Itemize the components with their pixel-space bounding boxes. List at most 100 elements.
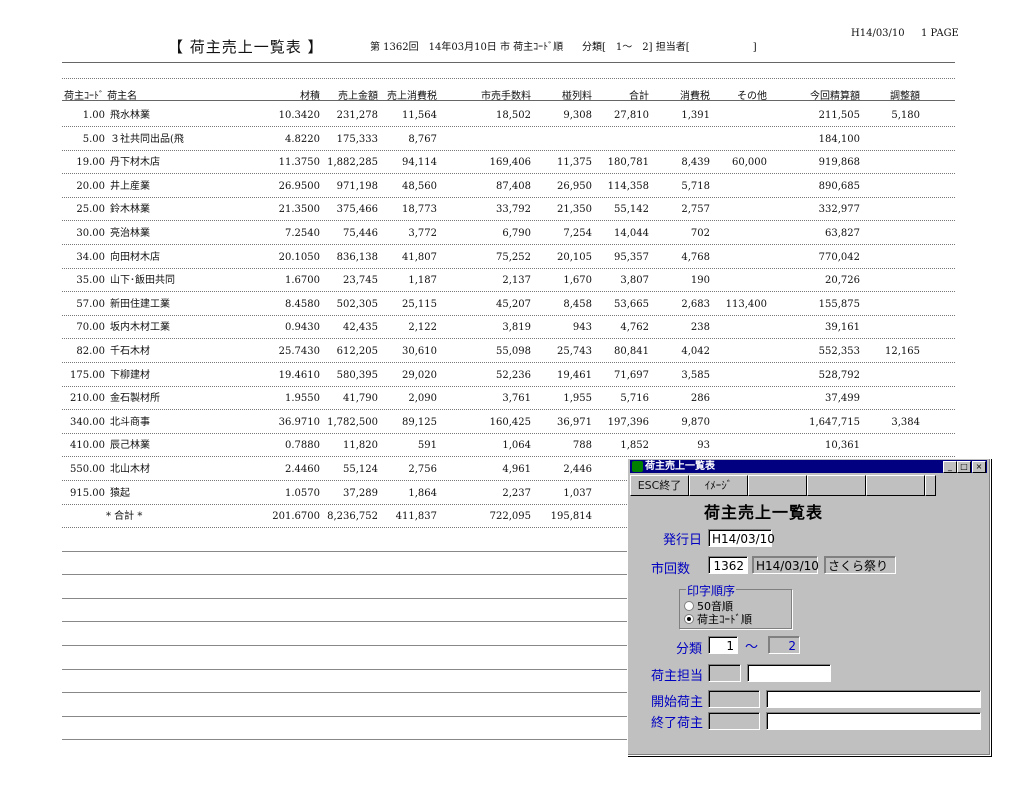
row-separator	[62, 362, 955, 363]
end-shipper-code-field[interactable]	[708, 712, 760, 730]
cell-value: 89,125	[402, 417, 437, 428]
cell-value: 8,767	[408, 134, 437, 145]
shipper-code: 210.00	[70, 393, 105, 404]
report-date: H14/03/10	[851, 28, 905, 39]
cell-value: 2,757	[681, 204, 710, 215]
esc-exit-button[interactable]: ESC終了	[630, 475, 689, 496]
report-dialog: 荷主売上一覧表 _ □ × ESC終了 ｲﾒｰｼﾞ 荷主売上一覧表 発行日 H1…	[627, 458, 991, 756]
shipper-name: ３社共同出品(飛	[110, 134, 184, 145]
shipper-code: 5.00	[82, 134, 105, 145]
minimize-icon[interactable]: _	[943, 461, 957, 473]
cell-value: 4,768	[681, 252, 710, 263]
header-rule-dotted	[62, 78, 955, 79]
cell-value: 190	[690, 275, 710, 286]
session-date-field: H14/03/10	[752, 556, 819, 574]
shipper-name: 北斗商事	[110, 417, 150, 428]
row-separator	[62, 268, 955, 269]
column-header: 売上金額	[338, 91, 378, 102]
cell-value: 528,792	[818, 370, 860, 381]
cell-value: 12,165	[885, 346, 920, 357]
cell-value: 5,180	[891, 110, 920, 121]
shipper-name: 飛水林業	[110, 110, 150, 121]
close-icon[interactable]: ×	[972, 461, 986, 473]
shipper-name: 井上産業	[110, 181, 150, 192]
cell-value: 48,560	[402, 181, 437, 192]
end-shipper-name-field[interactable]	[766, 712, 981, 730]
cell-value: 1,391	[681, 110, 710, 121]
shipper-code: 70.00	[76, 322, 105, 333]
cell-value: 3,585	[681, 370, 710, 381]
toolbar-button-blank-1[interactable]	[748, 475, 807, 496]
report-meta: 第 1362回 14年03月10日 市 荷主ｺｰﾄﾞ順	[370, 42, 564, 53]
toolbar-button-blank-2[interactable]	[807, 475, 866, 496]
end-shipper-label: 終了荷主	[651, 716, 704, 731]
cell-value: 25,115	[402, 299, 437, 310]
cell-value: 94,114	[402, 157, 437, 168]
image-preview-button[interactable]: ｲﾒｰｼﾞ	[689, 475, 748, 496]
issue-date-label: 発行日	[663, 533, 703, 548]
shipper-code: 57.00	[76, 299, 105, 310]
column-header: 売上消費税	[387, 91, 437, 102]
column-header: 今回精算額	[810, 91, 860, 102]
shipper-staff-name-field[interactable]	[747, 664, 831, 682]
row-separator	[62, 197, 955, 198]
shipper-name: 金石製材所	[110, 393, 160, 404]
dialog-title-bar[interactable]: 荷主売上一覧表 _ □ ×	[630, 460, 987, 473]
cell-value: 39,161	[825, 322, 860, 333]
shipper-code: 82.00	[76, 346, 105, 357]
maximize-icon[interactable]: □	[957, 461, 971, 473]
session-number-field[interactable]: 1362	[708, 556, 748, 574]
category-from-field[interactable]: 1	[708, 636, 738, 654]
shipper-code: 19.00	[76, 157, 105, 168]
column-header: 椪列料	[562, 91, 592, 102]
column-header: 消費税	[680, 91, 710, 102]
row-separator	[62, 220, 955, 221]
category-label: 分類	[676, 642, 703, 657]
shipper-name: 辰己林業	[110, 440, 150, 451]
report-page: 1 PAGE	[921, 28, 959, 39]
shipper-name: 猿起	[110, 488, 130, 499]
cell-value: 155,875	[818, 299, 860, 310]
column-header: 合計	[629, 91, 649, 102]
cell-value: 30,610	[402, 346, 437, 357]
column-header: 調整額	[890, 91, 920, 102]
toolbar-button-blank-3[interactable]	[866, 475, 925, 496]
cell-value: 332,977	[818, 204, 860, 215]
shipper-name: 丹下材木店	[110, 157, 160, 168]
issue-date-field[interactable]: H14/03/10	[708, 529, 775, 547]
shipper-staff-code-field[interactable]	[708, 664, 741, 682]
dialog-title: 荷主売上一覧表	[645, 461, 715, 472]
radio-off-icon	[684, 601, 694, 611]
cell-value: 238	[690, 322, 710, 333]
shipper-code: 34.00	[76, 252, 105, 263]
report-range: 分類[ 1～ 2] 担当者[ ]	[582, 42, 757, 53]
column-header: その他	[737, 91, 767, 102]
column-header: 材積	[300, 91, 320, 102]
column-header: 荷主ｺｰﾄﾞ 荷主名	[64, 91, 138, 102]
cell-value: 60,000	[732, 157, 767, 168]
start-shipper-label: 開始荷主	[651, 695, 704, 710]
start-shipper-name-field[interactable]	[766, 690, 981, 708]
category-separator: ～	[745, 640, 759, 655]
cell-value: 890,685	[818, 181, 860, 192]
shipper-name: 亮治林業	[110, 228, 150, 239]
toolbar-button-blank-4[interactable]	[925, 475, 936, 496]
cell-value: 5,718	[681, 181, 710, 192]
cell-value: 770,042	[818, 252, 860, 263]
shipper-name: 向田材木店	[110, 252, 160, 263]
shipper-code: 30.00	[76, 228, 105, 239]
row-separator	[62, 338, 955, 339]
start-shipper-code-field[interactable]	[708, 690, 760, 708]
print-order-group: 印字順序 50音順 荷主ｺｰﾄﾞ順	[679, 582, 792, 629]
order-radio-code[interactable]: 荷主ｺｰﾄﾞ順	[684, 611, 752, 627]
cell-value: 919,868	[818, 157, 860, 168]
cell-value: 184,100	[818, 134, 860, 145]
cell-value: 4,042	[681, 346, 710, 357]
shipper-name: 新田住建工業	[110, 299, 170, 310]
session-label: 市回数	[651, 562, 691, 577]
column-header: 市売手数料	[481, 91, 531, 102]
row-separator	[62, 126, 955, 127]
cell-value: 3,384	[891, 417, 920, 428]
cell-value: 286	[690, 393, 710, 404]
cell-value: 10,361	[825, 440, 860, 451]
